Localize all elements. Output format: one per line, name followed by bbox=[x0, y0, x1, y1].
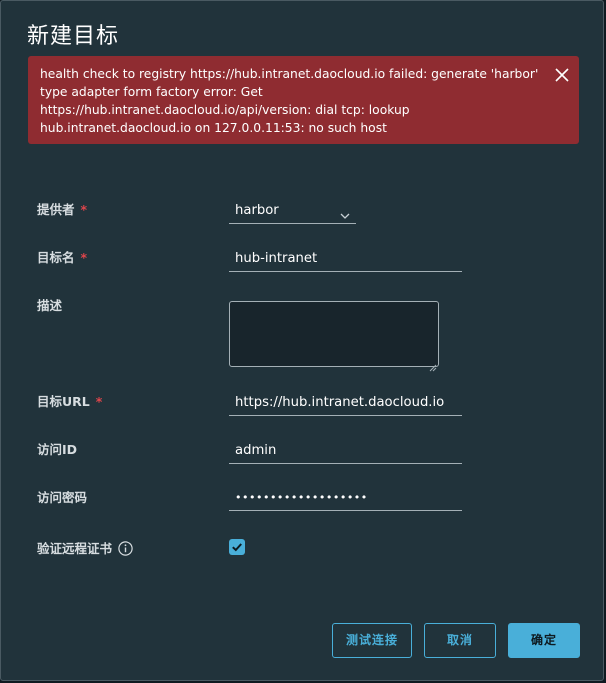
test-connection-button[interactable]: 测试连接 bbox=[332, 623, 412, 658]
check-icon bbox=[232, 543, 242, 552]
target-name-label-text: 目标名 bbox=[37, 250, 75, 265]
resize-grip-icon[interactable] bbox=[429, 357, 437, 372]
provider-value: harbor bbox=[235, 203, 279, 218]
provider-label-text: 提供者 bbox=[37, 202, 75, 217]
alert-line: type adapter form factory error: Get bbox=[40, 85, 263, 99]
dialog-title: 新建目标 bbox=[27, 24, 120, 49]
info-icon[interactable] bbox=[118, 541, 133, 556]
access-id-label: 访问ID bbox=[37, 442, 78, 457]
target-url-label: 目标URL * bbox=[37, 393, 102, 411]
description-textarea[interactable] bbox=[229, 301, 439, 372]
alert-line: health check to registry https://hub.int… bbox=[40, 67, 539, 81]
target-name-label: 目标名 * bbox=[37, 249, 87, 267]
new-target-dialog: 新建目标 health check to registry https://hu… bbox=[0, 0, 604, 681]
target-url-label-text: 目标URL bbox=[37, 394, 90, 409]
target-name-input[interactable]: hub-intranet bbox=[229, 248, 462, 272]
provider-select[interactable]: harbor bbox=[229, 200, 356, 224]
alert-line: https://hub.intranet.daocloud.io/api/ver… bbox=[40, 103, 410, 117]
access-secret-input[interactable]: ••••••••••••••••••• bbox=[229, 487, 462, 511]
required-mark: * bbox=[80, 250, 88, 265]
verify-cert-checkbox[interactable] bbox=[229, 539, 245, 555]
access-secret-label: 访问密码 bbox=[37, 490, 88, 505]
required-mark: * bbox=[95, 394, 103, 409]
access-id-input[interactable]: admin bbox=[229, 440, 462, 464]
target-url-input[interactable]: https://hub.intranet.daocloud.io bbox=[229, 392, 462, 416]
close-icon[interactable] bbox=[551, 64, 573, 86]
provider-label: 提供者 * bbox=[37, 201, 87, 219]
chevron-down-icon bbox=[340, 206, 350, 219]
required-mark: * bbox=[80, 202, 88, 217]
cancel-button[interactable]: 取消 bbox=[424, 623, 496, 658]
ok-button[interactable]: 确定 bbox=[508, 623, 580, 658]
error-alert: health check to registry https://hub.int… bbox=[28, 56, 579, 144]
description-label: 描述 bbox=[37, 298, 63, 313]
verify-cert-label: 验证远程证书 bbox=[37, 540, 133, 558]
alert-line: hub.intranet.daocloud.io on 127.0.0.11:5… bbox=[40, 121, 387, 135]
verify-cert-label-text: 验证远程证书 bbox=[37, 541, 113, 556]
